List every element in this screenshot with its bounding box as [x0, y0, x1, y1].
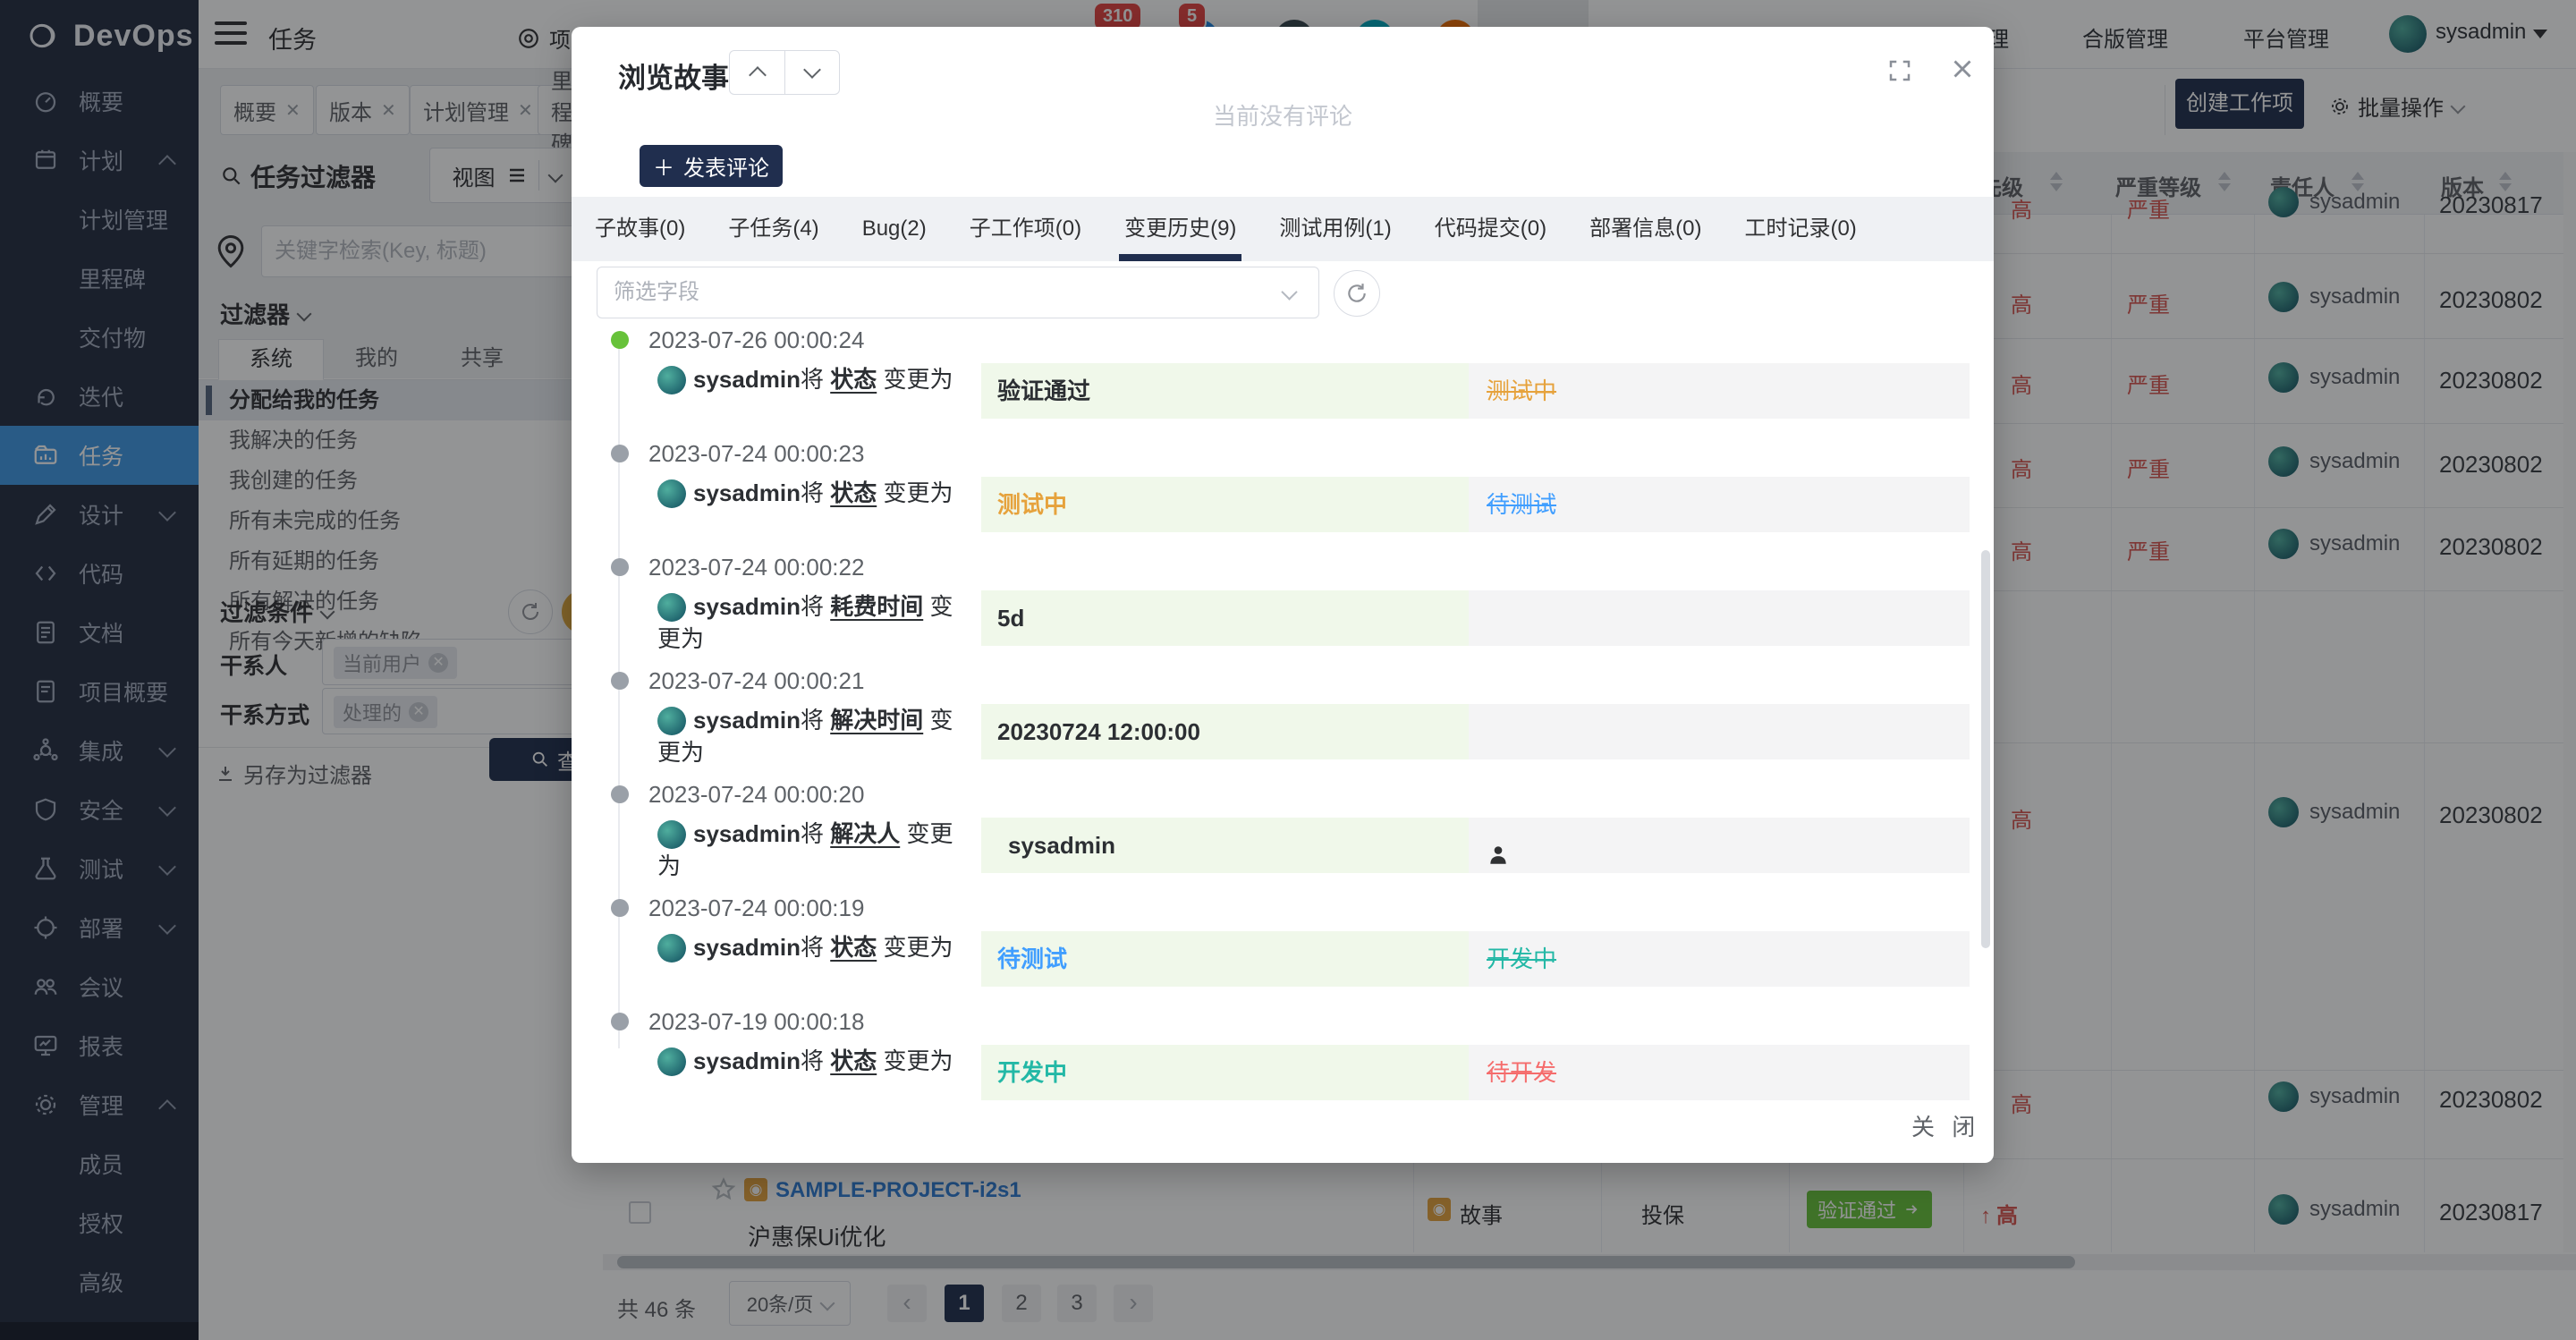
modal-scrollbar-thumb[interactable]: [1981, 550, 1990, 948]
tab-change-history[interactable]: 变更历史(9): [1124, 197, 1236, 261]
history-entry: 2023-07-26 00:00:24 sysadmin将 状态 变更为 验证通…: [572, 329, 1978, 443]
tab-code-commits[interactable]: 代码提交(0): [1435, 197, 1546, 261]
history-entry: 2023-07-24 00:00:20 sysadmin将 解决人 变更为 sy…: [572, 784, 1978, 897]
timeline-dot: [611, 899, 629, 917]
chevron-down-icon: [803, 61, 821, 79]
old-value: [1469, 818, 1970, 873]
tab-deploy-info[interactable]: 部署信息(0): [1589, 197, 1701, 261]
new-value: 开发中: [981, 1045, 1469, 1100]
new-value: 待测试: [981, 931, 1469, 987]
old-value: 开发中: [1469, 931, 1970, 987]
new-value: 验证通过: [981, 363, 1469, 419]
timeline-dot: [611, 445, 629, 462]
story-navigation: [729, 50, 840, 95]
timeline-dot: [611, 785, 629, 803]
old-value: [1469, 704, 1970, 759]
chevron-up-icon: [749, 66, 767, 84]
modal-tabs: 子故事(0) 子任务(4) Bug(2) 子工作项(0) 变更历史(9) 测试用…: [572, 197, 1994, 261]
timeline-dot: [611, 672, 629, 690]
close-icon[interactable]: [1947, 54, 1978, 84]
next-story-button[interactable]: [784, 50, 840, 95]
old-value: 待开发: [1469, 1045, 1970, 1100]
timeline-dot: [611, 331, 629, 349]
browse-story-modal: 浏览故事 当前没有评论 ＋发表评论 子故事(0) 子任务(4) Bug(2) 子…: [572, 27, 1994, 1163]
tab-substories[interactable]: 子故事(0): [595, 197, 685, 261]
new-value: 20230724 12:00:00: [981, 704, 1469, 759]
history-entry: 2023-07-24 00:00:19 sysadmin将 状态 变更为 待测试…: [572, 897, 1978, 1011]
tab-bugs[interactable]: Bug(2): [862, 197, 927, 261]
avatar: [657, 366, 686, 394]
timeline-dot: [611, 1013, 629, 1030]
avatar: [657, 593, 686, 622]
change-history-timeline: 2023-07-26 00:00:24 sysadmin将 状态 变更为 验证通…: [572, 329, 1978, 1109]
new-value: sysadmin: [981, 818, 1469, 873]
history-entry: 2023-07-24 00:00:23 sysadmin将 状态 变更为 测试中…: [572, 443, 1978, 556]
avatar: [657, 707, 686, 735]
history-entry: 2023-07-24 00:00:22 sysadmin将 耗费时间 变更为 5…: [572, 556, 1978, 670]
tab-subtasks[interactable]: 子任务(4): [728, 197, 818, 261]
tab-subworkitems[interactable]: 子工作项(0): [970, 197, 1081, 261]
prev-story-button[interactable]: [729, 50, 784, 95]
refresh-icon: [1345, 282, 1368, 305]
tab-test-cases[interactable]: 测试用例(1): [1279, 197, 1391, 261]
plus-icon: ＋: [653, 150, 674, 182]
old-value: 待测试: [1469, 477, 1970, 532]
refresh-button[interactable]: [1334, 270, 1380, 317]
old-value: 测试中: [1469, 363, 1970, 419]
new-value: 5d: [981, 590, 1469, 646]
avatar: [657, 479, 686, 508]
fullscreen-icon[interactable]: [1886, 57, 1913, 84]
close-modal-button[interactable]: 关 闭: [1911, 1109, 1980, 1142]
post-comment-button[interactable]: ＋发表评论: [640, 145, 783, 187]
history-field-filter-select[interactable]: [597, 267, 1319, 318]
history-entry: 2023-07-24 00:00:21 sysadmin将 解决时间 变更为 2…: [572, 670, 1978, 784]
modal-title: 浏览故事: [618, 55, 729, 96]
avatar: [657, 820, 686, 849]
timeline-dot: [611, 558, 629, 576]
new-value: 测试中: [981, 477, 1469, 532]
empty-comments-text: 当前没有评论: [572, 98, 1994, 131]
avatar: [657, 934, 686, 963]
history-entry: 2023-07-19 00:00:18 sysadmin将 状态 变更为 开发中…: [572, 1011, 1978, 1109]
app-root: DevOps 概要 计划 计划管理 里程碑 交付物 迭代 任务 设计 代: [0, 0, 2576, 1340]
old-value: [1469, 590, 1970, 646]
person-icon: [1487, 844, 1510, 867]
tab-time-log[interactable]: 工时记录(0): [1744, 197, 1856, 261]
avatar: [657, 1047, 686, 1076]
